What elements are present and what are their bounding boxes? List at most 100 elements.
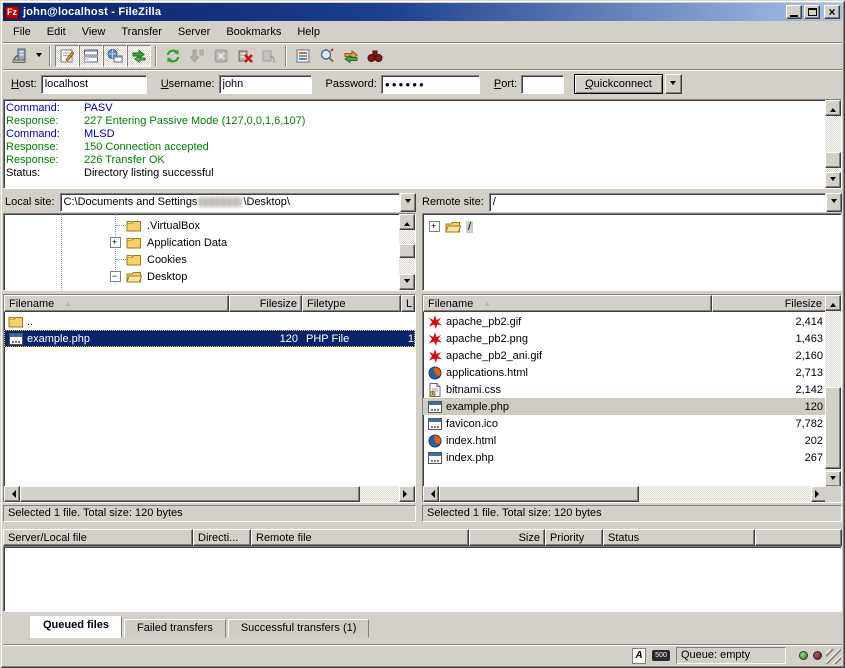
refresh-button[interactable] — [161, 45, 185, 67]
disconnect-button[interactable] — [233, 45, 257, 67]
scroll-thumb[interactable] — [825, 387, 841, 469]
password-input[interactable] — [381, 75, 480, 94]
local-site-dropdown[interactable] — [400, 193, 416, 212]
menu-file[interactable]: File — [5, 24, 39, 40]
queue-size-indicator: Queue: empty — [676, 647, 786, 664]
toggle-message-log-button[interactable] — [55, 45, 79, 67]
file-row-example-php[interactable]: example.php 120 PHP File 1 — [4, 330, 415, 347]
remote-site-path[interactable]: / — [489, 193, 826, 212]
scroll-right-button[interactable] — [399, 486, 415, 502]
file-row[interactable]: index.php 267 — [423, 449, 827, 466]
filename-filters-button[interactable] — [291, 45, 315, 67]
host-input[interactable] — [41, 75, 147, 94]
scroll-down-button[interactable] — [399, 274, 415, 290]
queue-body[interactable] — [3, 546, 842, 612]
collapse-icon[interactable] — [110, 271, 121, 282]
column-remote-file[interactable]: Remote file — [251, 529, 469, 546]
file-row-parent-dir[interactable]: .. — [4, 313, 415, 330]
file-row[interactable]: bitnami.css 2,142 — [423, 381, 827, 398]
menu-edit[interactable]: Edit — [39, 24, 74, 40]
tree-item-cookies[interactable]: Cookies — [4, 251, 415, 268]
file-row[interactable]: applications.html 2,713 — [423, 364, 827, 381]
local-tree-scrollbar[interactable] — [399, 214, 415, 290]
reconnect-icon — [260, 47, 278, 65]
tab-successful-transfers[interactable]: Successful transfers (1) — [228, 619, 370, 638]
message-log-icon — [58, 47, 76, 65]
quickconnect-dropdown[interactable] — [665, 74, 682, 94]
column-filetype[interactable]: Filetype — [302, 295, 401, 312]
file-row[interactable]: apache_pb2.gif 2,414 — [423, 313, 827, 330]
column-server-local-file[interactable]: Server/Local file — [3, 529, 193, 546]
queue-tabs: Queued files Failed transfers Successful… — [3, 616, 842, 638]
port-input[interactable] — [521, 75, 564, 94]
menu-server[interactable]: Server — [170, 24, 218, 40]
local-list-hscrollbar[interactable] — [4, 486, 415, 502]
column-filename[interactable]: Filename — [4, 295, 229, 312]
column-filename[interactable]: Filename — [423, 295, 712, 312]
remote-list-vscrollbar[interactable] — [825, 295, 841, 487]
tab-queued-files[interactable]: Queued files — [30, 616, 122, 638]
site-manager-dropdown[interactable] — [32, 45, 45, 67]
close-button[interactable]: × — [824, 5, 840, 19]
title-bar[interactable]: Fz john@localhost - FileZilla × — [3, 3, 842, 21]
toggle-transfer-queue-button[interactable] — [127, 45, 151, 67]
local-site-path[interactable]: C:\Documents and Settings\Desktop\ — [60, 193, 400, 212]
scroll-thumb[interactable] — [20, 486, 360, 502]
tree-item-root[interactable]: / — [423, 218, 841, 235]
remote-list-hscrollbar[interactable] — [423, 486, 827, 502]
window-title: john@localhost - FileZilla — [23, 6, 784, 18]
menu-help[interactable]: Help — [289, 24, 328, 40]
scroll-down-button[interactable] — [825, 172, 841, 188]
username-input[interactable] — [219, 75, 312, 94]
toggle-remote-tree-button[interactable] — [103, 45, 127, 67]
column-status[interactable]: Status — [603, 529, 755, 546]
column-size[interactable]: Size — [469, 529, 545, 546]
file-row[interactable]: index.html 202 — [423, 432, 827, 449]
minimize-button[interactable] — [786, 5, 802, 19]
tree-item-virtualbox[interactable]: .VirtualBox — [4, 217, 415, 234]
site-manager-button[interactable] — [8, 45, 32, 67]
scroll-up-button[interactable] — [399, 214, 415, 230]
menu-bookmarks[interactable]: Bookmarks — [218, 24, 289, 40]
menu-transfer[interactable]: Transfer — [113, 24, 170, 40]
column-direction[interactable]: Directi... — [193, 529, 251, 546]
log-scrollbar[interactable] — [825, 100, 841, 188]
remote-site-dropdown[interactable] — [826, 193, 842, 212]
column-filesize[interactable]: Filesize — [712, 295, 827, 312]
synchronized-browsing-button[interactable] — [339, 45, 363, 67]
tab-failed-transfers[interactable]: Failed transfers — [124, 619, 226, 638]
toggle-local-tree-button[interactable] — [79, 45, 103, 67]
scroll-thumb[interactable] — [439, 486, 639, 502]
expand-icon[interactable] — [110, 237, 121, 248]
find-files-button[interactable] — [363, 45, 387, 67]
directory-comparison-button[interactable] — [315, 45, 339, 67]
arrow-up-icon — [830, 300, 836, 307]
file-row[interactable]: favicon.ico 7,782 — [423, 415, 827, 432]
column-filesize[interactable]: Filesize — [229, 295, 302, 312]
remote-site-combo[interactable]: / — [489, 193, 842, 212]
expand-icon[interactable] — [429, 221, 440, 232]
scroll-down-button[interactable] — [825, 471, 841, 487]
scroll-thumb[interactable] — [825, 152, 841, 168]
column-priority[interactable]: Priority — [545, 529, 603, 546]
scroll-left-button[interactable] — [4, 486, 20, 502]
scroll-thumb[interactable] — [399, 244, 415, 258]
speed-limit-icon[interactable]: 500 — [652, 650, 670, 661]
image-file-icon — [427, 314, 443, 330]
resize-grip[interactable] — [826, 649, 841, 664]
scroll-up-button[interactable] — [825, 295, 841, 311]
quickconnect-button[interactable]: Quickconnect — [574, 74, 663, 94]
file-row[interactable]: apache_pb2_ani.gif 2,160 — [423, 347, 827, 364]
file-row[interactable]: apache_pb2.png 1,463 — [423, 330, 827, 347]
tree-item-application-data[interactable]: Application Data — [4, 234, 415, 251]
menu-view[interactable]: View — [74, 24, 114, 40]
column-last-modified[interactable]: L — [401, 295, 415, 312]
tree-item-desktop[interactable]: Desktop — [4, 268, 415, 285]
maximize-button[interactable] — [804, 5, 820, 19]
scroll-up-button[interactable] — [825, 100, 841, 116]
file-row-selected[interactable]: example.php 120 — [423, 398, 827, 415]
close-icon: × — [828, 7, 835, 17]
cancel-icon — [212, 47, 230, 65]
local-site-combo[interactable]: C:\Documents and Settings\Desktop\ — [60, 193, 416, 212]
scroll-left-button[interactable] — [423, 486, 439, 502]
